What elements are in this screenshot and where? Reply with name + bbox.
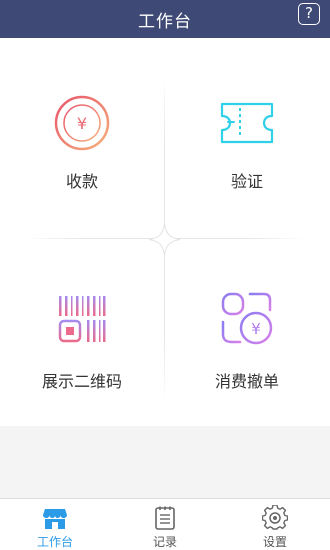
tab-settings-label: 设置 [262, 535, 287, 549]
bottom-tab-bar: 工作台 记录 设置 [0, 498, 330, 550]
notebook-icon [155, 506, 175, 530]
show-qrcode-tile[interactable]: 展示二维码 [0, 238, 164, 432]
svg-text:¥: ¥ [77, 114, 87, 133]
ticket-verify-icon [220, 102, 274, 144]
page-title: 工作台 [138, 11, 192, 32]
tab-settings[interactable]: 设置 [220, 499, 330, 550]
tab-records-label: 记录 [152, 535, 177, 549]
tab-records[interactable]: 记录 [110, 499, 220, 550]
qrcode-icon [58, 296, 106, 343]
workbench-grid: ¥ 收款 验证 展示二维码 ¥ 消费撤单 [0, 38, 330, 426]
app-header: 工作台 ? [0, 0, 330, 38]
store-icon [43, 509, 67, 529]
verify-tile[interactable]: 验证 [165, 38, 329, 232]
payment-label: 收款 [65, 172, 98, 191]
verify-label: 验证 [230, 172, 263, 191]
show-qrcode-label: 展示二维码 [41, 372, 122, 391]
payment-tile[interactable]: ¥ 收款 [0, 38, 164, 232]
tab-workbench-label: 工作台 [36, 535, 73, 549]
payment-icon: ¥ [54, 95, 110, 151]
refund-label: 消费撤单 [214, 372, 279, 391]
gear-icon [262, 505, 288, 530]
refund-icon: ¥ [221, 292, 273, 345]
tab-workbench[interactable]: 工作台 [0, 499, 110, 550]
help-button[interactable]: ? [298, 3, 320, 25]
refund-tile[interactable]: ¥ 消费撤单 [165, 238, 329, 432]
svg-text:¥: ¥ [251, 320, 261, 338]
